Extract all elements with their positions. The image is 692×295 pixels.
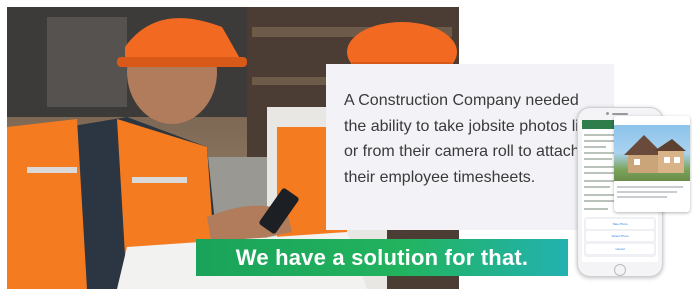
- house-illustration: [624, 135, 686, 173]
- photo-preview-card: [614, 116, 690, 212]
- camera-icon: [606, 112, 609, 115]
- house-photo: [614, 125, 690, 181]
- preview-header: [614, 116, 690, 124]
- cancel-button[interactable]: Cancel: [586, 244, 654, 254]
- photo-action-sheet: Take Photo Select Photo Cancel: [584, 217, 656, 257]
- solution-banner: We have a solution for that.: [196, 239, 568, 276]
- headline-text: A Construction Company needed the abilit…: [344, 92, 598, 186]
- home-button: [614, 264, 626, 276]
- headline-card: A Construction Company needed the abilit…: [326, 64, 614, 230]
- speaker-icon: [612, 113, 628, 115]
- take-photo-button[interactable]: Take Photo: [586, 219, 654, 229]
- select-photo-button[interactable]: Select Photo: [586, 231, 654, 241]
